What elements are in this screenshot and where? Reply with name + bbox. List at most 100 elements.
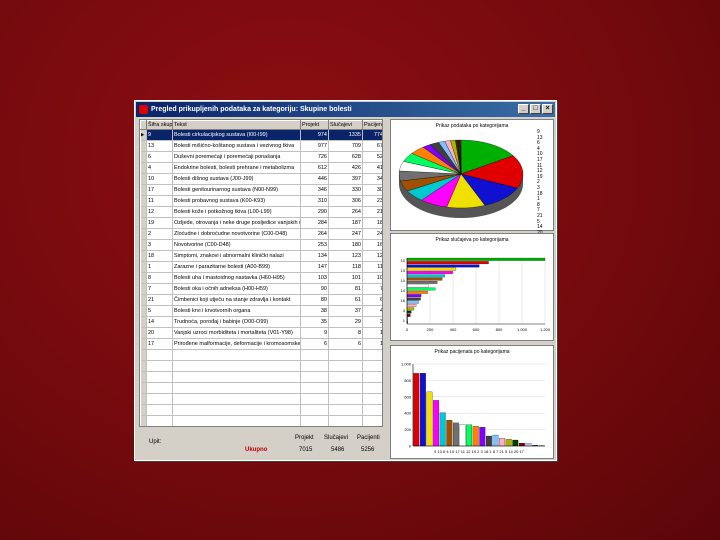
table-row[interactable]: 7 Bolesti oka i očnih adneksa (H00-H59) 90… — [140, 283, 382, 295]
table-cell[interactable]: 310 — [300, 195, 329, 207]
minimize-button[interactable]: _ — [518, 104, 529, 114]
table-cell[interactable]: 7 — [362, 283, 382, 295]
table-cell[interactable]: 9 — [146, 129, 173, 141]
table-cell[interactable]: 2 — [146, 228, 173, 240]
table-cell[interactable]: 101 — [328, 272, 363, 284]
table-row[interactable]: 1 Zarazne i parazitarne bolesti (A00-B99)… — [140, 261, 382, 273]
table-cell[interactable]: 21 — [362, 206, 382, 218]
table-cell[interactable]: 37 — [328, 305, 363, 317]
table-row[interactable]: 5 Bolesti krvi i krvotvornih organa 38 37 4 — [140, 305, 382, 317]
table-cell[interactable]: 974 — [300, 129, 329, 141]
table-cell[interactable]: 16 — [362, 239, 382, 251]
table-cell[interactable]: Prirođene malformacije, deformacije i kr… — [172, 338, 301, 350]
column-header[interactable]: Pacijenti — [362, 120, 382, 130]
table-cell[interactable]: 290 — [300, 206, 329, 218]
table-cell[interactable]: 41 — [362, 162, 382, 174]
table-cell[interactable]: 180 — [328, 239, 363, 251]
table-cell[interactable]: 17 — [146, 338, 173, 350]
table-cell[interactable]: 134 — [300, 250, 329, 262]
table-cell[interactable]: 726 — [300, 151, 329, 163]
table-row[interactable]: 20 Vanjski uzroci morbiditeta i mortalite… — [140, 327, 382, 339]
table-row[interactable]: 19 Ozljede, otrovanja i neke druge poslje… — [140, 217, 382, 229]
table-cell[interactable]: 35 — [300, 316, 329, 328]
table-row[interactable]: 18 Simptomi, znakovi i abnormalni kliničk… — [140, 250, 382, 262]
table-cell[interactable]: 187 — [328, 217, 363, 229]
table-cell[interactable]: 8 — [146, 272, 173, 284]
table-cell[interactable]: 118 — [328, 261, 363, 273]
table-cell[interactable]: 253 — [300, 239, 329, 251]
table-cell[interactable]: 709 — [328, 140, 363, 152]
table-cell[interactable]: 284 — [300, 217, 329, 229]
table-row[interactable]: 12 Bolesti kože i potkožnog tkiva (L00-L9… — [140, 206, 382, 218]
table-cell[interactable]: Vanjski uzroci morbiditeta i mortaliteta… — [172, 327, 301, 339]
table-cell[interactable]: 977 — [300, 140, 329, 152]
table-cell[interactable]: 330 — [328, 184, 363, 196]
column-header[interactable]: Tekst — [172, 120, 301, 130]
table-cell[interactable]: Bolesti probavnog sustava (K00-K93) — [172, 195, 301, 207]
table-cell[interactable]: Bolesti uha i mastoidnog nastavka (H60-H… — [172, 272, 301, 284]
table-cell[interactable]: 628 — [328, 151, 363, 163]
table-cell[interactable]: 1 — [362, 327, 382, 339]
table-row[interactable]: 6 Duševni poremećaji i poremećaji ponašan… — [140, 151, 382, 163]
table-cell[interactable]: 29 — [328, 316, 363, 328]
table-cell[interactable]: 397 — [328, 173, 363, 185]
table-cell[interactable]: 247 — [328, 228, 363, 240]
table-cell[interactable]: 19 — [146, 217, 173, 229]
table-cell[interactable]: 10 — [362, 272, 382, 284]
maximize-button[interactable]: □ — [530, 104, 541, 114]
table-cell[interactable]: 147 — [300, 261, 329, 273]
table-cell[interactable]: Ozljede, otrovanja i neke druge posljedi… — [172, 217, 301, 229]
table-cell[interactable]: 81 — [328, 283, 363, 295]
table-row[interactable]: ▶ 9 Bolesti cirkulacijskog sustava (I00-I9… — [140, 129, 382, 141]
table-cell[interactable]: Novotvorine (C00-D48) — [172, 239, 301, 251]
table-cell[interactable]: Bolesti oka i očnih adneksa (H00-H59) — [172, 283, 301, 295]
table-cell[interactable]: Bolesti krvi i krvotvornih organa — [172, 305, 301, 317]
table-cell[interactable]: 61 — [328, 294, 363, 306]
table-cell[interactable]: 6 — [362, 294, 382, 306]
table-cell[interactable]: Duševni poremećaji i poremećaji ponašanj… — [172, 151, 301, 163]
table-cell[interactable]: Zarazne i parazitarne bolesti (A00-B99) — [172, 261, 301, 273]
table-cell[interactable]: Bolesti mišićno-koštanog sustava i veziv… — [172, 140, 301, 152]
table-cell[interactable]: 1 — [362, 338, 382, 350]
table-cell[interactable]: 18 — [362, 217, 382, 229]
table-cell[interactable]: 30 — [362, 184, 382, 196]
table-row[interactable]: 4 Endokrine bolesti, bolesti prehrane i m… — [140, 162, 382, 174]
table-cell[interactable]: 24 — [362, 228, 382, 240]
table-cell[interactable]: 5 — [146, 305, 173, 317]
table-cell[interactable]: 9 — [300, 327, 329, 339]
table-cell[interactable]: Čimbenici koji utječu na stanje zdravlja… — [172, 294, 301, 306]
table-cell[interactable]: 426 — [328, 162, 363, 174]
table-cell[interactable]: 264 — [328, 206, 363, 218]
table-cell[interactable]: Endokrine bolesti, bolesti prehrane i me… — [172, 162, 301, 174]
column-header[interactable]: Šifra skupine — [146, 120, 173, 130]
table-cell[interactable]: 34 — [362, 173, 382, 185]
table-cell[interactable]: 23 — [362, 195, 382, 207]
table-cell[interactable]: Bolesti dišnog sustava (J00-J99) — [172, 173, 301, 185]
table-cell[interactable]: 11 — [146, 195, 173, 207]
table-cell[interactable]: 3 — [146, 239, 173, 251]
table-cell[interactable]: 612 — [300, 162, 329, 174]
table-cell[interactable]: 67 — [362, 140, 382, 152]
data-grid[interactable]: Šifra skupine Tekst Projekt Slučajevi Pa… — [139, 119, 383, 427]
table-cell[interactable]: 264 — [300, 228, 329, 240]
table-row[interactable]: 11 Bolesti probavnog sustava (K00-K93) 310… — [140, 195, 382, 207]
table-cell[interactable]: 774 — [362, 129, 382, 141]
table-cell[interactable]: 20 — [146, 327, 173, 339]
title-bar[interactable]: Pregled prikupljenih podataka za kategor… — [136, 102, 555, 117]
column-header[interactable]: Projekt — [300, 120, 329, 130]
table-row[interactable]: 17 Prirođene malformacije, deformacije i … — [140, 338, 382, 350]
table-row[interactable]: 21 Čimbenici koji utječu na stanje zdravl… — [140, 294, 382, 306]
table-row[interactable]: 2 Zloćudne i dobroćudne novotvorine (C00-… — [140, 228, 382, 240]
table-cell[interactable]: 1 — [146, 261, 173, 273]
table-cell[interactable]: 18 — [146, 250, 173, 262]
table-cell[interactable]: 80 — [300, 294, 329, 306]
table-row[interactable]: 17 Bolesti genitourinarnog sustava (N00-N… — [140, 184, 382, 196]
table-cell[interactable]: 38 — [300, 305, 329, 317]
table-cell[interactable]: 4 — [362, 305, 382, 317]
table-cell[interactable]: 8 — [328, 327, 363, 339]
table-cell[interactable]: 52 — [362, 151, 382, 163]
table-cell[interactable]: 90 — [300, 283, 329, 295]
table-cell[interactable]: 446 — [300, 173, 329, 185]
table-row[interactable]: 14 Trudnoća, porođaj i babinje (O00-O99) 3… — [140, 316, 382, 328]
table-cell[interactable]: 10 — [146, 173, 173, 185]
